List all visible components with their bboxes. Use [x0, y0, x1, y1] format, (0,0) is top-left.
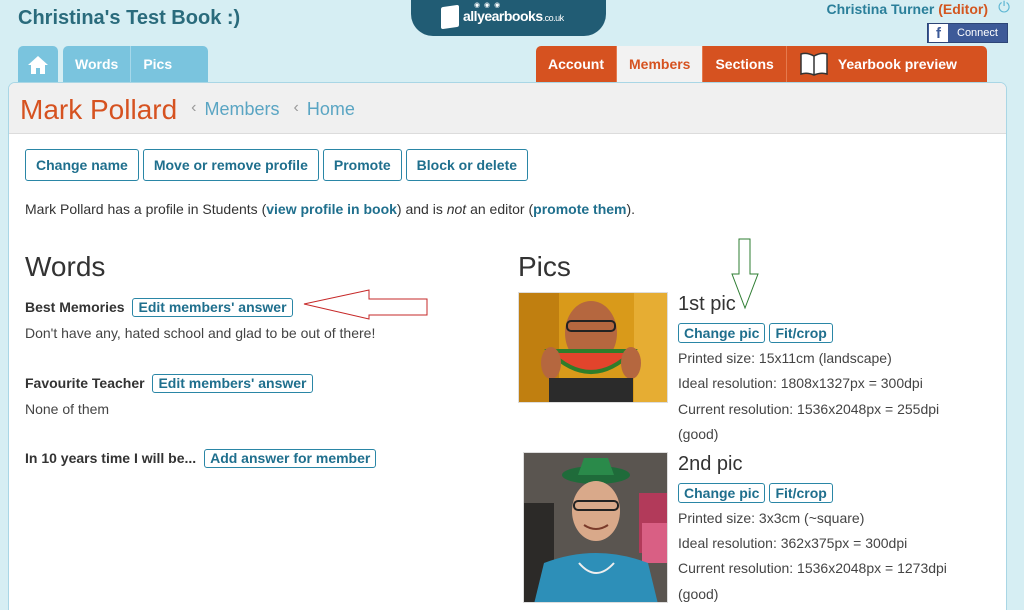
- tab-group-words-pics: Words Pics: [63, 46, 208, 83]
- info-prefix: Mark Pollard has a profile in Students (: [25, 201, 267, 217]
- pic-2-printed-size: Printed size: 3x3cm (~square): [678, 510, 865, 526]
- change-pic-button[interactable]: Change pic: [678, 323, 766, 343]
- book-title[interactable]: Christina's Test Book :): [18, 7, 240, 30]
- promote-them-link[interactable]: promote them: [533, 201, 626, 217]
- pic-2-current-resolution: Current resolution: 1536x2048px = 1273dp…: [678, 560, 947, 576]
- tab-account[interactable]: Account: [536, 46, 617, 83]
- pics-section-title: Pics: [518, 251, 571, 282]
- facebook-connect-button[interactable]: f Connect: [927, 23, 1008, 43]
- question-best-memories: Best Memories Edit members' answer: [25, 298, 293, 317]
- tab-pics[interactable]: Pics: [131, 46, 172, 83]
- photo-2-image: [524, 453, 667, 602]
- pic-1-current-resolution: Current resolution: 1536x2048px = 255dpi: [678, 401, 940, 417]
- info-middle: ) and is: [396, 201, 447, 217]
- site-logo[interactable]: ◉ ◉ ◉ allyearbooks.co.uk: [411, 0, 606, 36]
- main-panel: Mark Pollard ‹ Members ‹ Home Change nam…: [8, 82, 1007, 610]
- block-delete-button[interactable]: Block or delete: [405, 149, 529, 181]
- move-remove-profile-button[interactable]: Move or remove profile: [142, 149, 319, 181]
- photo-1-thumbnail[interactable]: [518, 292, 668, 403]
- pic-1-quality: (good): [678, 426, 719, 442]
- pic-1-printed-size: Printed size: 15x11cm (landscape): [678, 350, 892, 366]
- pic-1-title: 1st pic: [678, 293, 736, 315]
- words-section-title: Words: [25, 251, 106, 282]
- profile-info-text: Mark Pollard has a profile in Students (…: [25, 201, 635, 217]
- question-ten-years: In 10 years time I will be... Add answer…: [25, 449, 377, 468]
- fit-crop-button[interactable]: Fit/crop: [769, 483, 833, 503]
- main-tabs: Account Members Sections Yearbook previe…: [536, 46, 987, 84]
- tab-sections[interactable]: Sections: [703, 46, 787, 83]
- pic-2-title: 2nd pic: [678, 453, 743, 475]
- home-icon: [28, 55, 48, 74]
- add-answer-button[interactable]: Add answer for member: [204, 449, 377, 468]
- facebook-connect-label: Connect: [957, 27, 998, 39]
- tab-yearbook-preview[interactable]: Yearbook preview: [786, 46, 987, 83]
- info-suffix: ).: [626, 201, 636, 217]
- tab-words[interactable]: Words: [63, 46, 118, 83]
- breadcrumb-chevron-icon: ‹: [191, 99, 197, 116]
- pic-2-quality: (good): [678, 586, 719, 602]
- info-not: not: [446, 201, 467, 217]
- green-annotation-arrow-icon: [731, 238, 759, 310]
- facebook-icon: f: [929, 24, 948, 42]
- pic-1-actions: Change pic Fit/crop: [678, 323, 837, 343]
- pic-2-actions: Change pic Fit/crop: [678, 483, 837, 503]
- pic-2-ideal-resolution: Ideal resolution: 362x375px = 300dpi: [678, 535, 908, 551]
- edit-answer-button[interactable]: Edit members' answer: [132, 298, 293, 317]
- edit-answer-button[interactable]: Edit members' answer: [152, 374, 313, 393]
- page-header: Mark Pollard ‹ Members ‹ Home: [9, 83, 1006, 134]
- user-role: (Editor): [938, 1, 988, 17]
- question-label: In 10 years time I will be...: [25, 450, 197, 466]
- question-favourite-teacher: Favourite Teacher Edit members' answer: [25, 374, 313, 393]
- open-book-icon: [800, 52, 828, 76]
- change-pic-button[interactable]: Change pic: [678, 483, 766, 503]
- book-logo-icon: [441, 4, 459, 30]
- tab-home[interactable]: [18, 46, 58, 83]
- power-icon[interactable]: ⏻: [998, 0, 1010, 16]
- breadcrumb-members[interactable]: Members: [205, 99, 280, 120]
- breadcrumb-home[interactable]: Home: [307, 99, 355, 120]
- pic-1-ideal-resolution: Ideal resolution: 1808x1327px = 300dpi: [678, 375, 923, 391]
- change-name-button[interactable]: Change name: [25, 149, 139, 181]
- breadcrumb-chevron-icon: ‹: [293, 99, 299, 116]
- promote-button[interactable]: Promote: [322, 149, 402, 181]
- user-info[interactable]: Christina Turner (Editor): [826, 1, 988, 17]
- profile-actions: Change name Move or remove profile Promo…: [25, 149, 532, 181]
- photo-2-thumbnail[interactable]: [523, 452, 668, 603]
- yearbook-preview-label: Yearbook preview: [837, 56, 957, 72]
- view-profile-link[interactable]: view profile in book: [266, 201, 397, 217]
- question-label: Best Memories: [25, 299, 125, 315]
- red-annotation-arrow-icon: [303, 289, 428, 320]
- user-name: Christina Turner: [826, 1, 935, 17]
- answer-favourite-teacher: None of them: [25, 401, 110, 417]
- fit-crop-button[interactable]: Fit/crop: [769, 323, 833, 343]
- question-label: Favourite Teacher: [25, 375, 145, 391]
- tab-members[interactable]: Members: [617, 46, 704, 84]
- photo-1-image: [519, 293, 667, 402]
- answer-best-memories: Don't have any, hated school and glad to…: [25, 325, 376, 341]
- info-middle-2: an editor (: [466, 201, 534, 217]
- logo-text: allyearbooks.co.uk: [463, 8, 564, 24]
- page-title: Mark Pollard: [20, 93, 178, 125]
